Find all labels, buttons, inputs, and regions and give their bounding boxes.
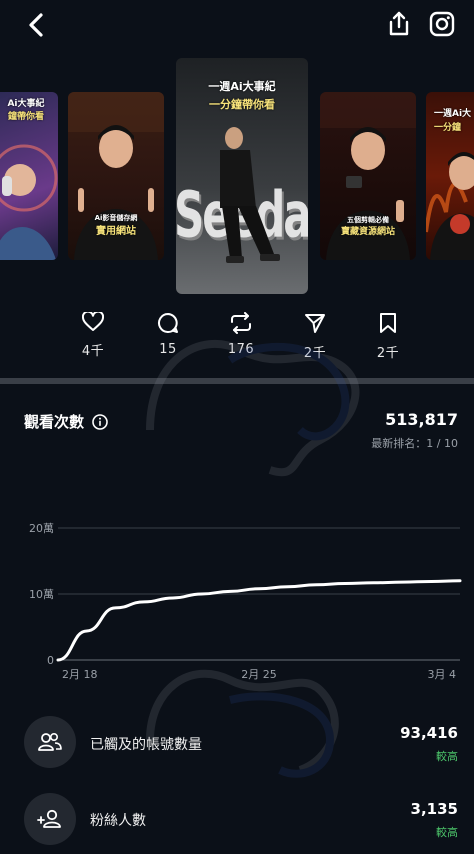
repost-count: 176 xyxy=(227,342,255,357)
chart-y-tick-label: 10萬 xyxy=(29,588,54,601)
stat-value: 3,135 xyxy=(410,800,458,818)
comment-icon xyxy=(158,313,178,333)
post-thumbnail-selected[interactable]: 一週Ai大事紀 一分鐘帶你看 Seedance xyxy=(176,58,308,294)
stat-label: 粉絲人數 xyxy=(90,813,146,829)
send-count: 2千 xyxy=(303,346,327,361)
thumbnail-person xyxy=(426,152,474,260)
thumbnail-person xyxy=(220,127,280,263)
back-button[interactable] xyxy=(22,10,50,40)
stat-icon-circle xyxy=(24,793,76,845)
instagram-icon xyxy=(429,11,455,37)
stat-level: 較高 xyxy=(436,826,458,839)
comment-count: 15 xyxy=(159,342,177,357)
thumbnail-caption: 實用網站 xyxy=(96,226,136,237)
thumbnail-caption: Ai影音儲存網 xyxy=(94,214,138,222)
share-icon xyxy=(389,11,409,36)
accounts-reached-icon xyxy=(38,732,62,751)
views-title-label: 觀看次數 xyxy=(24,413,85,431)
post-actions: 4千 15 176 2千 2千 xyxy=(0,312,474,372)
info-icon[interactable] xyxy=(92,413,108,430)
views-chart: 0 10萬 20萬 2月 18 2月 25 3月 4 xyxy=(29,522,462,681)
send-icon xyxy=(305,314,325,333)
views-title: 觀看次數 xyxy=(24,411,108,432)
post-thumbnail[interactable]: Ai大事紀 鐘帶你看 xyxy=(0,92,58,260)
stat-icon-circle xyxy=(24,716,76,768)
like-count: 4千 xyxy=(81,344,105,359)
post-thumbnail[interactable]: 一週Ai大 一分鐘 xyxy=(426,92,474,260)
send-action[interactable]: 2千 xyxy=(285,312,345,361)
instagram-button[interactable] xyxy=(426,8,458,40)
stat-label: 已觸及的帳號數量 xyxy=(90,737,202,753)
like-action[interactable]: 4千 xyxy=(63,312,123,359)
bookmark-icon xyxy=(380,313,396,333)
post-thumbnail[interactable]: 五個剪輯必備 寶藏資源網站 xyxy=(320,92,416,260)
comment-action[interactable]: 15 xyxy=(138,312,198,357)
thumbnail-caption: 寶藏資源網站 xyxy=(340,227,395,237)
top-bar xyxy=(0,0,474,50)
share-button[interactable] xyxy=(384,8,414,40)
views-count: 513,817 xyxy=(385,410,458,429)
add-follower-icon xyxy=(37,809,61,828)
repost-icon xyxy=(231,312,251,334)
stat-value: 93,416 xyxy=(400,724,458,742)
chart-y-tick-label: 0 xyxy=(47,654,54,667)
stat-followers[interactable]: 粉絲人數 3,135 較高 xyxy=(0,790,474,850)
repost-action[interactable]: 176 xyxy=(211,312,271,357)
chart-y-tick-label: 20萬 xyxy=(29,522,54,535)
thumbnail-person xyxy=(0,144,58,260)
chevron-left-icon xyxy=(29,13,43,37)
post-thumbnail[interactable]: Ai影音儲存網 實用網站 xyxy=(68,92,164,260)
save-action[interactable]: 2千 xyxy=(358,312,418,361)
chart-x-tick-label: 2月 18 xyxy=(62,668,98,681)
views-rank: 最新排名：1 / 10 xyxy=(371,437,458,450)
post-carousel[interactable]: Ai大事紀 鐘帶你看 Ai影音儲存網 實用網站 一週Ai大事紀 一分鐘帶你看 S… xyxy=(0,55,474,300)
chart-x-tick-label: 2月 25 xyxy=(241,668,277,681)
thumbnail-caption: 五個剪輯必備 xyxy=(347,216,389,224)
chart-x-tick-label: 3月 4 xyxy=(428,668,457,681)
chart-series-line xyxy=(56,579,462,662)
save-count: 2千 xyxy=(376,346,400,361)
heart-icon xyxy=(82,312,104,331)
stat-accounts-reached[interactable]: 已觸及的帳號數量 93,416 較高 xyxy=(0,712,474,772)
section-divider xyxy=(0,378,474,384)
stat-level: 較高 xyxy=(436,750,458,763)
